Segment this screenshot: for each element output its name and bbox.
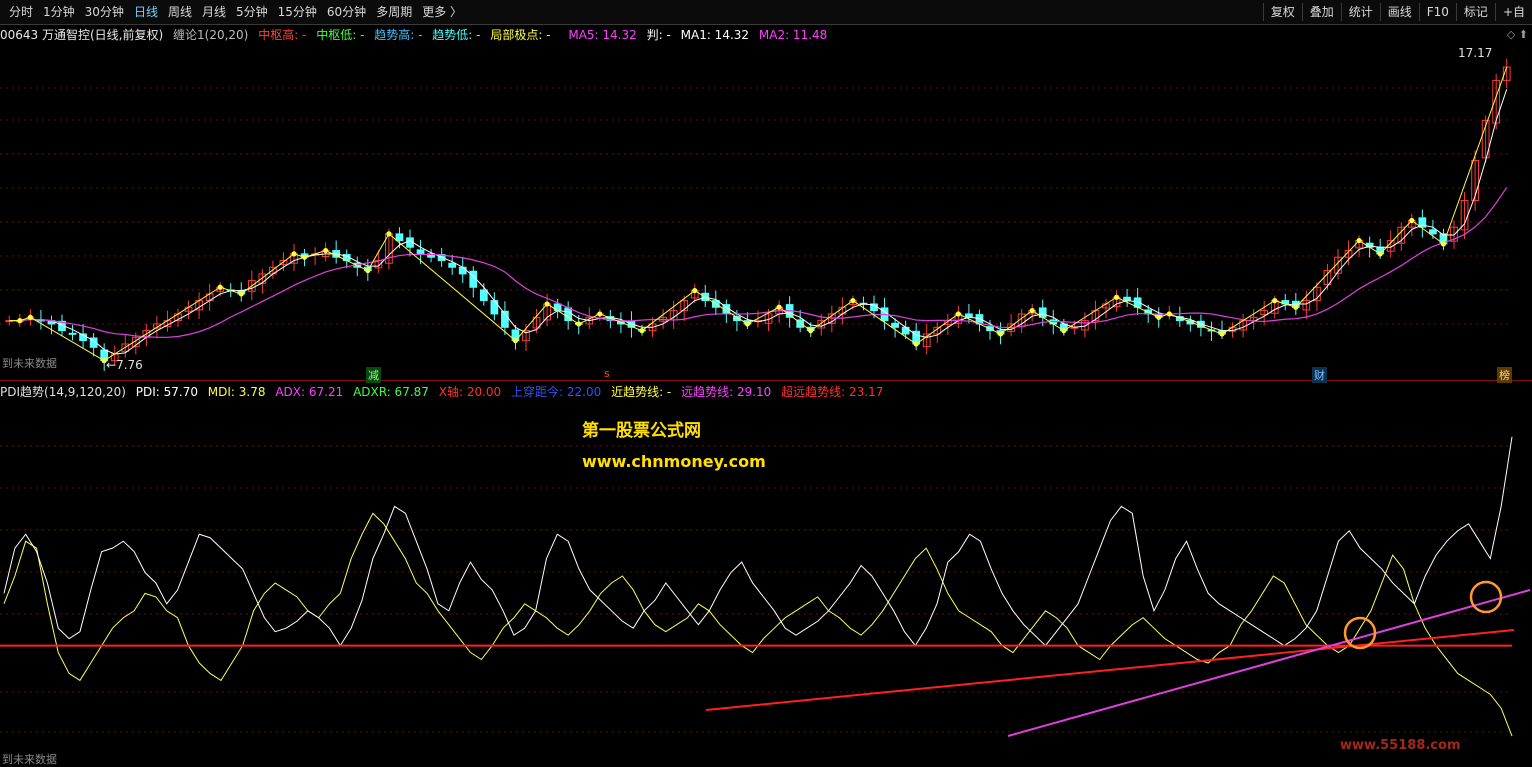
- pivot-dot: [808, 328, 814, 334]
- candle-body: [395, 233, 404, 242]
- pivot-dot: [955, 311, 961, 317]
- pivot-dot: [692, 287, 698, 294]
- near-trend-line: [1007, 589, 1531, 737]
- candle-body: [891, 322, 899, 328]
- pivot-dot: [217, 284, 223, 290]
- pivot-dot: [1113, 294, 1120, 300]
- pdi-panel: [0, 436, 1531, 737]
- pivot-dot: [365, 267, 371, 274]
- price-low-value: 7.76: [116, 358, 143, 372]
- pivot-dot: [27, 314, 33, 320]
- pivot-dot: [512, 338, 519, 344]
- kline-chart[interactable]: [0, 0, 1532, 766]
- mdi-line: [3, 512, 1513, 737]
- pivot-dot: [544, 301, 550, 307]
- pivot-dot: [323, 247, 329, 254]
- zigzag-line: [9, 66, 1508, 364]
- pivot-dot: [776, 304, 782, 310]
- pivot-dot: [1061, 328, 1067, 334]
- pivot-dot: [1029, 308, 1035, 314]
- pivot-dot: [850, 298, 856, 304]
- pivot-dot: [291, 251, 297, 257]
- marker-jian[interactable]: 减: [366, 367, 381, 383]
- candle-body: [458, 266, 467, 275]
- candle-body: [1429, 229, 1437, 235]
- price-low-label: ←7.76: [106, 358, 143, 372]
- candle-body: [901, 326, 910, 335]
- pivot-dot: [639, 328, 645, 334]
- pivot-dot: [744, 321, 751, 327]
- pivot-dot: [1156, 314, 1162, 320]
- cross-circle: [1343, 616, 1377, 650]
- pivot-dot: [17, 318, 23, 324]
- pivot-dot: [913, 341, 919, 347]
- future-data-label-sub: 到未来数据: [2, 753, 57, 766]
- marker-bang[interactable]: 榜: [1497, 367, 1512, 383]
- pivot-dot: [238, 291, 244, 297]
- pivot-dot: [1219, 331, 1225, 337]
- pivot-dot: [576, 321, 582, 327]
- marker-s[interactable]: s: [604, 367, 610, 380]
- marker-cai[interactable]: 财: [1312, 367, 1327, 383]
- pivot-dot: [1272, 298, 1278, 304]
- candle-body: [416, 249, 425, 255]
- pivot-dot: [1166, 311, 1172, 317]
- candle-body: [68, 332, 77, 335]
- pivot-dot: [1377, 251, 1383, 257]
- candle-body: [479, 289, 488, 302]
- corner-watermark: www.55188.com: [1340, 738, 1461, 753]
- pivot-dot: [386, 231, 392, 237]
- far-trend-line: [705, 629, 1515, 711]
- pivot-dot: [1409, 217, 1415, 224]
- pivot-dot: [301, 254, 308, 260]
- pivot-dot: [997, 331, 1004, 337]
- pivot-dot: [597, 311, 603, 317]
- watermark-url: www.chnmoney.com: [582, 452, 766, 471]
- watermark-title: 第一股票公式网: [582, 421, 701, 441]
- cross-circle: [1469, 580, 1503, 614]
- candle-body: [448, 262, 457, 268]
- price-high-label: 17.17: [1458, 46, 1493, 60]
- pivot-dot: [1440, 241, 1447, 247]
- future-data-label: 到未来数据: [2, 357, 57, 370]
- pivot-dot: [1356, 237, 1362, 244]
- pivot-dot: [1293, 304, 1299, 310]
- chart-grid: [0, 87, 1512, 733]
- candle-body: [490, 300, 499, 315]
